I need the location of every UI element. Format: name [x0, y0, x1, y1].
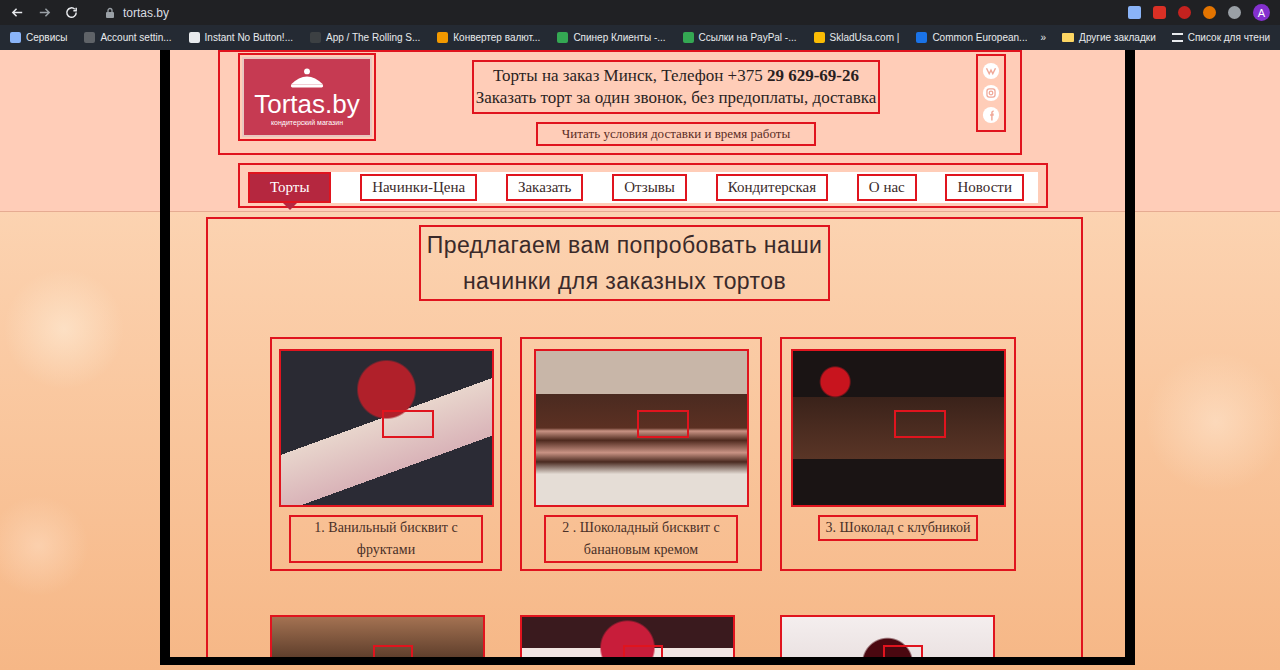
- annotation-mark: [883, 645, 923, 659]
- social-links: [976, 54, 1006, 132]
- favicon-icon: [10, 32, 21, 43]
- screen: tortas.by A Сервисы Account settin... Instan…: [0, 0, 1280, 670]
- filling-card[interactable]: [270, 615, 502, 665]
- bookmark[interactable]: SkladUsa.com |: [814, 32, 900, 43]
- filling-card[interactable]: 3. Шоколад с клубникой: [780, 337, 1016, 571]
- back-icon[interactable]: [10, 5, 25, 20]
- bookmark[interactable]: Ссылки на PayPal -...: [683, 32, 797, 43]
- profile-avatar[interactable]: A: [1253, 4, 1270, 21]
- filling-photo: [520, 615, 735, 665]
- favicon-icon: [310, 32, 321, 43]
- reload-icon[interactable]: [64, 5, 79, 20]
- extension-icon[interactable]: [1178, 6, 1191, 19]
- fillings-grid: 1. Ванильный бисквит с фруктами 2 . Шокол…: [208, 337, 1081, 665]
- filling-photo: [780, 615, 995, 665]
- site-header: Tortas.byкондитерский магазин Торты на за…: [218, 50, 1022, 155]
- bookmark[interactable]: App / The Rolling S...: [310, 32, 420, 43]
- favicon-icon: [84, 32, 95, 43]
- bookmark[interactable]: Instant No Button!...: [189, 32, 293, 43]
- list-icon: [1172, 33, 1183, 42]
- logo-name: Tortas.by: [254, 90, 360, 118]
- bookmark-list: Сервисы Account settin... Instant No Butto…: [10, 32, 1027, 43]
- filling-card[interactable]: 1. Ванильный бисквит с фруктами: [270, 337, 502, 571]
- nav-item[interactable]: О нас: [857, 174, 917, 201]
- page-margin: [1135, 50, 1280, 51]
- favicon-icon: [557, 32, 568, 43]
- nav-item[interactable]: Кондитерская: [716, 174, 828, 201]
- page-margin: [0, 50, 160, 51]
- filling-photo: [279, 349, 494, 507]
- filling-card[interactable]: [780, 615, 1016, 665]
- extension-icon[interactable]: [1228, 6, 1241, 19]
- extensions: A: [1128, 4, 1270, 21]
- annotation-mark: [623, 645, 663, 659]
- filling-photo: [791, 349, 1006, 507]
- logo[interactable]: Tortas.byкондитерский магазин: [238, 53, 376, 141]
- favicon-icon: [916, 32, 927, 43]
- bookmark-overflow[interactable]: »: [1041, 32, 1047, 43]
- instagram-icon[interactable]: [982, 84, 1000, 102]
- filling-caption: 1. Ванильный бисквит с фруктами: [289, 515, 483, 563]
- annotation-mark: [637, 410, 689, 438]
- header-title: Торты на заказ Минск, Телефон +375 29 62…: [472, 60, 881, 114]
- extension-icon[interactable]: [1153, 6, 1166, 19]
- nav-item[interactable]: Заказать: [506, 174, 583, 201]
- favicon-icon: [814, 32, 825, 43]
- delivery-link[interactable]: Читать условия доставки и время работы: [536, 122, 816, 146]
- nav-item[interactable]: Новости: [945, 174, 1023, 201]
- bookmark[interactable]: Account settin...: [84, 32, 171, 43]
- extension-icon[interactable]: [1128, 6, 1141, 19]
- extension-icon[interactable]: [1203, 6, 1216, 19]
- filling-caption: 3. Шоколад с клубникой: [818, 515, 979, 541]
- section-heading: Предлагаем вам попробовать нашиначинки д…: [419, 225, 830, 301]
- reading-list[interactable]: Список для чтени: [1172, 32, 1270, 43]
- bookmark-extra: » Другие закладки Список для чтени: [1027, 32, 1270, 43]
- nav-item[interactable]: Отзывы: [612, 174, 687, 201]
- filling-card[interactable]: [520, 615, 762, 665]
- vk-icon[interactable]: [982, 62, 1000, 80]
- page-viewport: Tortas.byкондитерский магазин Торты на за…: [0, 50, 1280, 670]
- favicon-icon: [189, 32, 200, 43]
- fillings-section: Предлагаем вам попробовать нашиначинки д…: [206, 217, 1083, 665]
- filling-photo: [534, 349, 749, 507]
- bookmark[interactable]: Конвертер валют...: [437, 32, 540, 43]
- favicon-icon: [437, 32, 448, 43]
- folder-icon: [1062, 33, 1074, 42]
- annotation-frame: Tortas.byкондитерский магазин Торты на за…: [160, 50, 1135, 665]
- annotation-mark: [382, 410, 434, 438]
- url-text: tortas.by: [123, 6, 169, 20]
- favicon-icon: [683, 32, 694, 43]
- filling-caption: 2 . Шоколадный бисквит с банановым кремо…: [544, 515, 738, 563]
- filling-card[interactable]: 2 . Шоколадный бисквит с банановым кремо…: [520, 337, 762, 571]
- filling-photo: [270, 615, 485, 665]
- lock-icon: [105, 7, 115, 19]
- forward-icon[interactable]: [37, 5, 52, 20]
- nav-item[interactable]: Торты: [248, 172, 331, 203]
- header-info: Торты на заказ Минск, Телефон +375 29 62…: [416, 60, 936, 146]
- nav-item[interactable]: Начинки-Цена: [360, 174, 477, 201]
- cake-crown-icon: [285, 67, 329, 89]
- annotation-mark: [373, 645, 413, 659]
- bookmark[interactable]: Сервисы: [10, 32, 67, 43]
- bookmarks-bar: Сервисы Account settin... Instant No Butto…: [0, 25, 1280, 50]
- bookmark[interactable]: Спинер Клиенты -...: [557, 32, 665, 43]
- annotation-mark: [894, 410, 946, 438]
- main-nav: Торты Начинки-Цена Заказать Отзывы Кондитерс…: [238, 163, 1048, 208]
- bookmark[interactable]: Common European...: [916, 32, 1026, 43]
- address-bar[interactable]: tortas.by: [91, 6, 1116, 20]
- other-bookmarks[interactable]: Другие закладки: [1062, 32, 1156, 43]
- facebook-icon[interactable]: [982, 106, 1000, 124]
- logo-tagline: кондитерский магазин: [271, 119, 343, 127]
- browser-toolbar: tortas.by A: [0, 0, 1280, 25]
